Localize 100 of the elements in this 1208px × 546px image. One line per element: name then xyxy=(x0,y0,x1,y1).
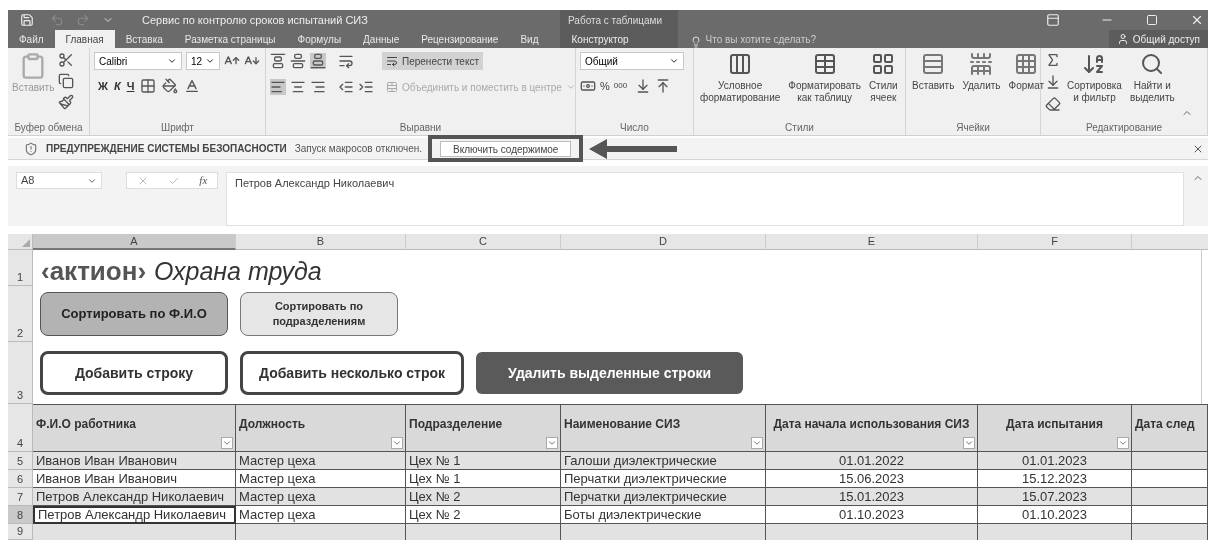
row-header[interactable]: 7 xyxy=(8,488,33,506)
menu-tab[interactable]: Главная xyxy=(54,30,115,48)
table-cell: 15.01.2023 xyxy=(766,488,978,506)
column-header[interactable]: F xyxy=(978,234,1132,250)
menu-tab[interactable]: Файл xyxy=(8,30,55,48)
column-header[interactable]: A xyxy=(33,234,236,250)
caret-icon[interactable] xyxy=(167,56,177,66)
sheet-macro-button[interactable]: Добавить несколько строк xyxy=(240,351,465,395)
table-header-cell: Дата начала использования СИЗ xyxy=(766,404,978,452)
menu-tab[interactable]: Рецензирование xyxy=(410,30,510,48)
row-header[interactable]: 6 xyxy=(8,470,33,488)
borders-icon[interactable] xyxy=(140,78,157,95)
underline-button[interactable]: Ч xyxy=(126,78,135,95)
thousands-button[interactable]: 000 xyxy=(613,80,628,93)
table-style-icon[interactable] xyxy=(812,52,837,76)
sheet-macro-button[interactable]: Сортировать по подразделениям xyxy=(240,292,398,336)
copy-icon[interactable] xyxy=(58,73,75,89)
column-header[interactable]: E xyxy=(766,234,978,250)
filter-dropdown-icon[interactable] xyxy=(963,437,975,449)
menu-tab[interactable]: Вставка xyxy=(114,30,174,48)
autosum-icon[interactable] xyxy=(1045,52,1061,68)
align-right-icon[interactable] xyxy=(310,79,326,95)
menu-tab[interactable]: Вид xyxy=(509,30,550,48)
cells-grid-icon[interactable] xyxy=(1014,52,1039,76)
row-header[interactable]: 9 xyxy=(8,524,33,540)
ribbon-display-icon[interactable] xyxy=(1046,13,1060,27)
cells-grid-icon[interactable] xyxy=(921,52,946,76)
filter-dropdown-icon[interactable] xyxy=(546,437,558,449)
align-top-icon[interactable] xyxy=(270,53,286,69)
format-painter-icon[interactable] xyxy=(58,94,75,110)
fill-down-icon[interactable] xyxy=(1045,74,1061,90)
row-header[interactable]: 4 xyxy=(8,404,33,452)
number-format-field[interactable]: Общий xyxy=(580,52,684,70)
search-icon[interactable] xyxy=(1140,52,1165,76)
table-style-icon[interactable] xyxy=(871,52,896,76)
table-cell: 01.10.2023 xyxy=(978,506,1132,524)
row-header[interactable]: 5 xyxy=(8,452,33,470)
column-header[interactable]: B xyxy=(236,234,406,250)
filter-dropdown-icon[interactable] xyxy=(1117,437,1129,449)
table-cell: 01.01.2022 xyxy=(766,452,978,470)
caret-icon[interactable] xyxy=(669,56,679,66)
merge-cells-icon[interactable] xyxy=(386,81,398,93)
name-box[interactable]: A8 xyxy=(16,172,102,189)
editing-button[interactable]: Найти и выделить xyxy=(1127,52,1177,104)
align-left-icon[interactable] xyxy=(270,79,286,95)
column-header[interactable]: C xyxy=(406,234,561,250)
menu-tab[interactable]: Данные xyxy=(352,30,411,48)
user-icon[interactable] xyxy=(1116,33,1129,45)
close-icon[interactable] xyxy=(1190,13,1204,27)
row-header[interactable]: 3 xyxy=(8,342,33,404)
bold-button[interactable]: Ж xyxy=(98,78,108,95)
lightbulb-icon xyxy=(689,36,702,48)
indent-decrease-icon[interactable] xyxy=(338,79,354,95)
cells-button[interactable]: Удалить xyxy=(960,52,1003,92)
indent-increase-icon[interactable] xyxy=(358,79,374,95)
font-color-icon[interactable] xyxy=(184,78,201,95)
cut-icon[interactable] xyxy=(58,52,75,68)
wrap-text-icon[interactable] xyxy=(386,55,398,67)
styles-button[interactable]: Условное форматирование xyxy=(698,52,783,104)
column-header[interactable]: D xyxy=(561,234,766,250)
cells-button[interactable]: Формат xyxy=(1006,52,1047,92)
row-header[interactable]: 2 xyxy=(8,286,33,342)
restore-icon[interactable] xyxy=(1146,14,1158,26)
align-center-icon[interactable] xyxy=(290,79,306,95)
italic-button[interactable]: К xyxy=(113,78,121,95)
row-header[interactable]: 1 xyxy=(8,250,33,286)
sheet-macro-button[interactable]: Сортировать по Ф.И.О xyxy=(40,292,228,336)
cells-button[interactable]: Вставить xyxy=(910,52,957,92)
row-header[interactable]: 8 xyxy=(8,506,33,524)
caret-icon[interactable] xyxy=(205,56,215,66)
filter-dropdown-icon[interactable] xyxy=(751,437,763,449)
eraser-icon[interactable] xyxy=(1045,96,1061,112)
table-cell: Мастер цеха xyxy=(236,488,406,506)
menu-tab[interactable]: Разметка страницы xyxy=(173,30,287,48)
wrap-text-button[interactable]: Перенести текст xyxy=(382,52,483,70)
editing-button[interactable]: Сортировка и фильтр xyxy=(1065,52,1124,104)
styles-button[interactable]: Стили ячеек xyxy=(866,52,900,104)
enable-content-button[interactable]: Включить содержимое xyxy=(440,140,572,157)
share-button[interactable]: Общий доступ xyxy=(1108,30,1208,48)
filter-dropdown-icon[interactable] xyxy=(391,437,403,449)
menu-tab[interactable]: Конструктор xyxy=(559,30,678,48)
table-header-cell: Дата испытания xyxy=(978,404,1132,452)
filter-dropdown-icon[interactable] xyxy=(221,437,233,449)
table-cell: 01.01.2023 xyxy=(978,452,1132,470)
sheet-macro-button[interactable]: Удалить выделенные строки xyxy=(476,352,744,394)
font-name-field[interactable]: Calibri xyxy=(94,52,182,70)
save-icon[interactable] xyxy=(20,13,34,27)
align-middle-icon[interactable] xyxy=(290,53,306,69)
fill-color-icon[interactable] xyxy=(162,78,179,95)
cells-grid-icon[interactable] xyxy=(969,52,994,76)
menu-tab[interactable]: Формулы xyxy=(286,30,353,48)
table-style-icon[interactable] xyxy=(728,52,753,76)
formula-input[interactable]: Петров Александр Николаевич xyxy=(226,172,1184,226)
percent-button[interactable]: % xyxy=(600,78,610,95)
styles-button[interactable]: Форматировать как таблицу xyxy=(786,52,863,104)
brand-logo: ‹актион› xyxy=(41,256,147,286)
sheet-macro-button[interactable]: Добавить строку xyxy=(40,351,228,395)
font-size-field[interactable]: 12 xyxy=(186,52,220,70)
insert-function-button[interactable]: fx xyxy=(199,172,208,189)
align-bottom-icon[interactable] xyxy=(310,53,326,69)
